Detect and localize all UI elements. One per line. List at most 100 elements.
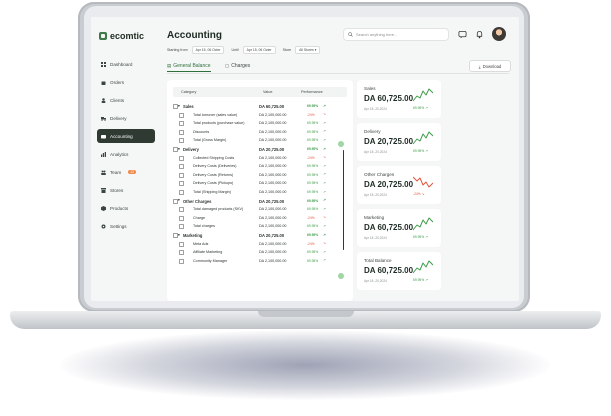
search-input[interactable]: Search anything here... bbox=[343, 28, 449, 41]
header-category: Category bbox=[181, 90, 197, 94]
table-row[interactable]: Discounts DA 2,100,000.00 69.95% ↗ bbox=[173, 128, 347, 137]
table-row[interactable]: Total products (purchase value) DA 2,100,… bbox=[173, 119, 347, 128]
sidebar-item-clients[interactable]: Clients bbox=[97, 93, 155, 107]
table-header: Category Value Performance bbox=[173, 87, 347, 97]
starting-date-picker[interactable]: Apr 15, 06 Octer bbox=[191, 46, 225, 54]
row-performance: -24% bbox=[307, 112, 315, 117]
sidebar-item-team[interactable]: Team 12 bbox=[97, 165, 155, 179]
trend-down-icon: ↘ bbox=[421, 192, 425, 196]
tab-charges[interactable]: ▢ Charges bbox=[225, 61, 250, 71]
table-group-row[interactable]: ▾ Delivery DA 20,725.00 69.95% ↗ bbox=[173, 145, 347, 154]
row-label: Delivery Costs (Deliveries) bbox=[193, 164, 237, 169]
table-row[interactable]: Total charges DA 2,100,000.00 69.95% ↗ bbox=[173, 222, 347, 231]
table-row[interactable]: Delivery Costs (Returns) DA 2,100,000.00 6… bbox=[173, 171, 347, 180]
download-label: Download bbox=[482, 63, 502, 69]
table-row[interactable]: Delivery Costs (Deliveries) DA 2,100,000.… bbox=[173, 162, 347, 171]
row-label: Delivery bbox=[183, 146, 199, 152]
sidebar-item-label: Team bbox=[110, 169, 122, 175]
tab-general-balance[interactable]: ▤ General Balance bbox=[167, 61, 211, 72]
sidebar-item-label: Clients bbox=[110, 97, 125, 103]
row-checkbox[interactable] bbox=[179, 121, 184, 127]
row-checkbox[interactable] bbox=[179, 250, 184, 256]
row-checkbox[interactable] bbox=[179, 172, 184, 178]
kpi-card-delivery[interactable]: Delivery DA 20,725.00 Apr 18 -20,2024 69.95… bbox=[357, 123, 441, 161]
charges-icon: ▢ bbox=[225, 63, 230, 68]
row-checkbox[interactable] bbox=[179, 155, 184, 161]
row-checkbox[interactable] bbox=[179, 224, 184, 230]
row-performance: 69.95% bbox=[307, 258, 319, 263]
row-value: DA 2,100,000.00 bbox=[259, 224, 287, 229]
sidebar-item-label: Products bbox=[110, 205, 129, 211]
app-logo[interactable]: ecomtic bbox=[99, 31, 144, 41]
sidebar-item-orders[interactable]: Orders bbox=[97, 75, 155, 89]
store-select[interactable]: All Stores ▾ bbox=[295, 46, 321, 54]
sidebar-item-products[interactable]: Products bbox=[97, 201, 155, 215]
row-checkbox[interactable] bbox=[179, 215, 184, 221]
row-checkbox[interactable] bbox=[179, 241, 184, 247]
sparkline-icon bbox=[413, 131, 433, 145]
table-row[interactable]: Meta Ads DA 2,100,000.00 -24% ↘ bbox=[173, 240, 347, 249]
table-row[interactable]: Total (Shipping Margin) DA 2,100,000.00 69… bbox=[173, 188, 347, 197]
chevron-down-icon[interactable]: ▾ bbox=[178, 198, 180, 202]
chevron-down-icon[interactable]: ▾ bbox=[178, 233, 180, 237]
kpi-card-marketing[interactable]: Marketing DA 60,725.00 Apr 18 -20,2024 69.9… bbox=[357, 209, 441, 247]
sidebar-item-settings[interactable]: Settings bbox=[97, 219, 155, 233]
row-value: DA 2,100,000.00 bbox=[259, 121, 287, 126]
laptop-shadow bbox=[60, 330, 550, 400]
kpi-card-sales[interactable]: Sales DA 60,725.00 Apr 18 -20,2024 69.95% ↗ bbox=[357, 80, 441, 118]
table-group-row[interactable]: ▾ Marketing DA 20,725.00 69.95% ↗ bbox=[173, 231, 347, 240]
sidebar-item-stores[interactable]: Stores bbox=[97, 183, 155, 197]
table-group-row[interactable]: ▾ Other Charges DA 20,725.00 69.95% ↗ bbox=[173, 197, 347, 206]
table-row[interactable]: Collected Shipping Costs DA 2,100,000.00 -… bbox=[173, 154, 347, 163]
store-value: All Stores bbox=[299, 48, 314, 52]
row-label: Collected Shipping Costs bbox=[193, 155, 235, 160]
chevron-down-icon[interactable]: ▾ bbox=[178, 147, 180, 151]
table-group-row[interactable]: ▾ Sales DA 60,725.00 69.95% ↗ bbox=[173, 102, 347, 111]
row-checkbox[interactable] bbox=[179, 129, 184, 135]
row-value: DA 20,725.00 bbox=[259, 232, 285, 238]
trend-up-icon: ↗ bbox=[323, 146, 327, 151]
sidebar-item-delivery[interactable]: Delivery bbox=[97, 111, 155, 125]
row-value: DA 2,100,000.00 bbox=[259, 250, 287, 255]
row-value: DA 2,100,000.00 bbox=[259, 189, 287, 194]
table-row[interactable]: Community Manager DA 2,100,000.00 69.95% ↗ bbox=[173, 257, 347, 266]
chevron-down-icon[interactable]: ▾ bbox=[178, 104, 180, 108]
header-value: Value bbox=[263, 90, 273, 94]
row-value: DA 2,100,000.00 bbox=[259, 129, 287, 134]
status-dot bbox=[338, 141, 344, 147]
trend-up-icon: ↗ bbox=[323, 206, 327, 211]
row-label: Charge bbox=[193, 215, 206, 220]
row-checkbox[interactable] bbox=[179, 164, 184, 170]
row-checkbox[interactable] bbox=[179, 207, 184, 213]
avatar[interactable] bbox=[492, 27, 506, 41]
kpi-title: Sales bbox=[364, 86, 376, 91]
bell-icon[interactable] bbox=[475, 30, 484, 39]
trend-up-icon: ↗ bbox=[323, 172, 327, 177]
download-button[interactable]: ⤓ Download bbox=[469, 60, 511, 72]
sidebar-item-dashboard[interactable]: Dashboard bbox=[97, 57, 155, 71]
sidebar: ecomtic Dashboard Orders Clients Delivery Ac… bbox=[91, 17, 155, 301]
sidebar-item-analytics[interactable]: Analytics bbox=[97, 147, 155, 161]
table-row[interactable]: Affiliate Marketing DA 2,100,000.00 69.95%… bbox=[173, 248, 347, 257]
tab-label: Charges bbox=[231, 63, 251, 69]
row-checkbox[interactable] bbox=[179, 181, 184, 187]
row-checkbox[interactable] bbox=[179, 138, 184, 144]
sparkline-icon bbox=[413, 176, 433, 188]
until-date-picker[interactable]: Apr 15, 06 Octer bbox=[242, 46, 276, 54]
chat-icon[interactable] bbox=[458, 30, 467, 39]
table-row[interactable]: Delivery Costs (Pickups) DA 2,100,000.00 6… bbox=[173, 179, 347, 188]
table-row[interactable]: Total turnover (sales value) DA 2,100,000… bbox=[173, 111, 347, 120]
sidebar-item-accounting[interactable]: Accounting bbox=[97, 129, 155, 143]
table-row[interactable]: Charge DA 2,100,000.00 -24% ↘ bbox=[173, 214, 347, 223]
row-checkbox[interactable] bbox=[179, 112, 184, 118]
kpi-card-other-charges[interactable]: Other Charges DA 20,725.00 Apr 18 -20,2024… bbox=[357, 166, 441, 204]
row-checkbox[interactable] bbox=[179, 189, 184, 195]
kpi-date: Apr 18 -20,2024 bbox=[364, 150, 387, 154]
kpi-performance: -24% ↘ bbox=[413, 192, 424, 196]
table-row[interactable]: Total damaged products (SKV) DA 2,100,000… bbox=[173, 205, 347, 214]
row-checkbox[interactable] bbox=[179, 258, 184, 264]
kpi-card-total-balance[interactable]: Total Balance DA 60,725.00 Apr 18 -20,2024… bbox=[357, 252, 441, 290]
trend-up-icon: ↗ bbox=[323, 180, 327, 185]
table-row[interactable]: Total (Gross Margin) DA 2,100,000.00 69.95… bbox=[173, 136, 347, 145]
row-value: DA 2,100,000.00 bbox=[259, 258, 287, 263]
